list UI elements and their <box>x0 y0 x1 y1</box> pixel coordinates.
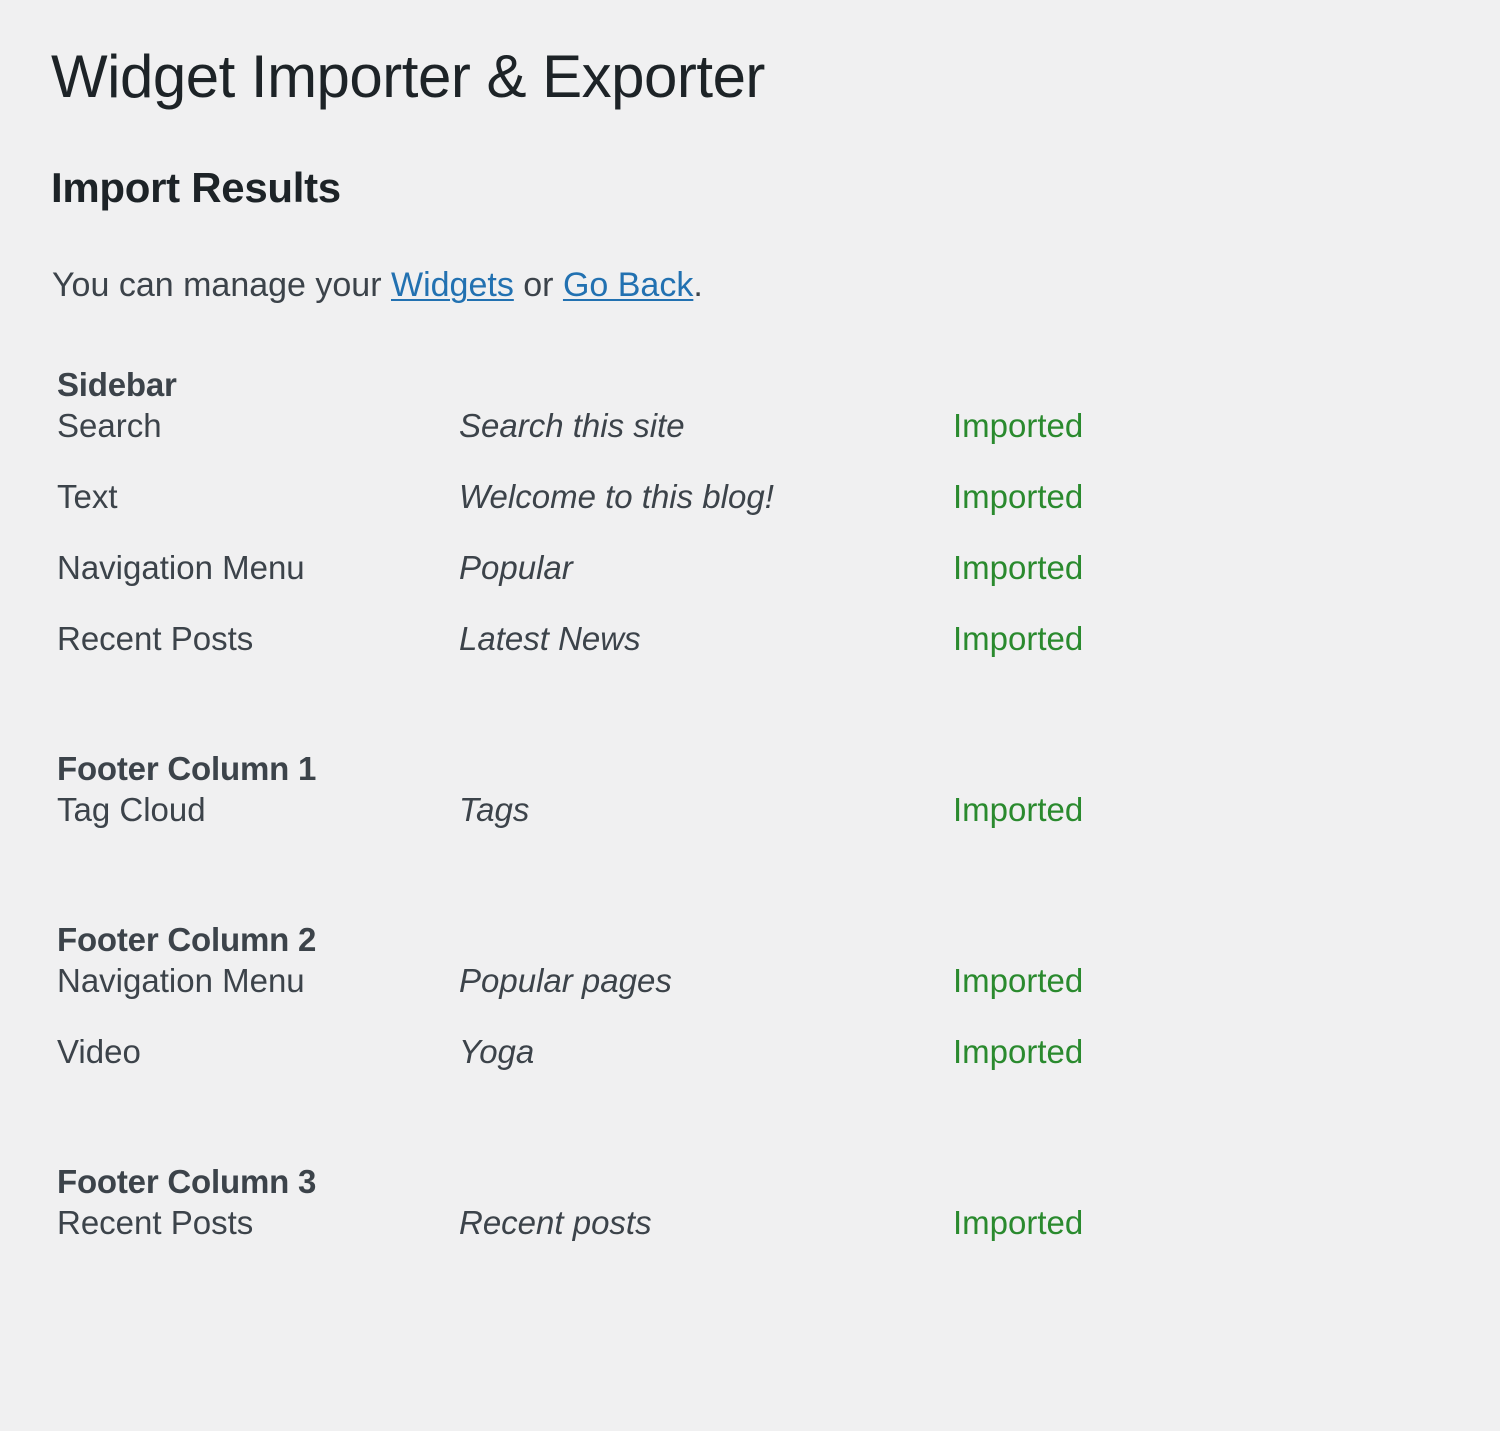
widget-result-row: Text Welcome to this blog! Imported <box>57 480 1237 551</box>
widget-import-status: Imported <box>953 1204 1084 1242</box>
sidebar-group-spacer-cell <box>459 1106 953 1206</box>
widget-type: Search <box>57 407 162 445</box>
page-title: Widget Importer & Exporter <box>51 43 765 110</box>
widget-title-cell: Popular pages <box>459 964 953 1035</box>
widget-title: Search this site <box>459 407 685 445</box>
admin-page-wrap: Widget Importer & Exporter Import Result… <box>0 0 1500 1431</box>
widget-type-cell: Recent Posts <box>57 1206 459 1277</box>
sidebar-group-name-cell: Sidebar <box>57 353 459 409</box>
intro-text-before: You can manage your <box>52 266 391 305</box>
widget-import-status: Imported <box>953 407 1084 445</box>
import-results-heading: Import Results <box>51 164 341 211</box>
widget-title-cell: Latest News <box>459 622 953 693</box>
sidebar-group-header-row: Footer Column 1 <box>57 693 1237 793</box>
widget-result-row: Navigation Menu Popular Imported <box>57 551 1237 622</box>
widget-type-cell: Tag Cloud <box>57 793 459 864</box>
widget-title: Latest News <box>459 620 641 658</box>
widgets-link[interactable]: Widgets <box>391 266 514 304</box>
sidebar-group-header-row: Footer Column 3 <box>57 1106 1237 1206</box>
widget-status-cell: Imported <box>953 1035 1237 1106</box>
sidebar-group-name-cell: Footer Column 3 <box>57 1106 459 1206</box>
widget-title-cell: Popular <box>459 551 953 622</box>
sidebar-group-spacer-cell <box>953 693 1237 793</box>
widget-title-cell: Search this site <box>459 409 953 480</box>
widget-status-cell: Imported <box>953 480 1237 551</box>
widget-result-row: Navigation Menu Popular pages Imported <box>57 964 1237 1035</box>
sidebar-group-spacer-cell <box>459 693 953 793</box>
widget-type-cell: Text <box>57 480 459 551</box>
widget-title-cell: Welcome to this blog! <box>459 480 953 551</box>
widget-title-cell: Yoga <box>459 1035 953 1106</box>
widget-result-row: Video Yoga Imported <box>57 1035 1237 1106</box>
sidebar-group-name-cell: Footer Column 1 <box>57 693 459 793</box>
widget-status-cell: Imported <box>953 964 1237 1035</box>
widget-status-cell: Imported <box>953 1206 1237 1277</box>
widget-import-status: Imported <box>953 549 1084 587</box>
widget-result-row: Search Search this site Imported <box>57 409 1237 480</box>
widget-status-cell: Imported <box>953 551 1237 622</box>
sidebar-group-spacer-cell <box>953 1106 1237 1206</box>
widget-type: Recent Posts <box>57 620 254 658</box>
widget-import-status: Imported <box>953 1033 1084 1071</box>
sidebar-group-name: Footer Column 1 <box>57 750 317 788</box>
sidebar-group-spacer-cell <box>459 353 953 409</box>
widget-type: Navigation Menu <box>57 549 305 587</box>
widget-title: Popular pages <box>459 962 672 1000</box>
sidebar-group-spacer-cell <box>953 864 1237 964</box>
widget-title-cell: Recent posts <box>459 1206 953 1277</box>
widget-import-status: Imported <box>953 620 1084 658</box>
widget-import-status: Imported <box>953 791 1084 829</box>
widget-type: Tag Cloud <box>57 791 206 829</box>
manage-widgets-paragraph: You can manage your Widgets or Go Back. <box>52 263 1460 309</box>
widget-result-row: Tag Cloud Tags Imported <box>57 793 1237 864</box>
sidebar-group-header-row: Footer Column 2 <box>57 864 1237 964</box>
sidebar-group-spacer-cell <box>459 864 953 964</box>
widget-type-cell: Navigation Menu <box>57 964 459 1035</box>
widget-type-cell: Video <box>57 1035 459 1106</box>
widget-title: Popular <box>459 549 573 587</box>
widget-type: Navigation Menu <box>57 962 305 1000</box>
intro-text-between: or <box>513 266 563 305</box>
widget-import-status: Imported <box>953 962 1084 1000</box>
widget-type-cell: Recent Posts <box>57 622 459 693</box>
widget-type-cell: Search <box>57 409 459 480</box>
widget-title: Yoga <box>459 1033 535 1071</box>
widget-title: Welcome to this blog! <box>459 478 774 516</box>
go-back-link[interactable]: Go Back <box>563 266 693 304</box>
intro-text-after: . <box>693 266 703 305</box>
sidebar-group-name: Footer Column 3 <box>57 1163 317 1201</box>
widget-status-cell: Imported <box>953 409 1237 480</box>
widget-import-status: Imported <box>953 478 1084 516</box>
sidebar-group-name: Sidebar <box>57 366 177 404</box>
widget-type-cell: Navigation Menu <box>57 551 459 622</box>
sidebar-group-spacer-cell <box>953 353 1237 409</box>
widget-type: Recent Posts <box>57 1204 254 1242</box>
widget-result-row: Recent Posts Latest News Imported <box>57 622 1237 693</box>
widget-result-row: Recent Posts Recent posts Imported <box>57 1206 1237 1277</box>
widget-status-cell: Imported <box>953 622 1237 693</box>
widget-type: Text <box>57 478 118 516</box>
import-results-table: Sidebar Search Search this site Imported Tex… <box>57 353 1237 1277</box>
widget-title: Recent posts <box>459 1204 652 1242</box>
widget-title: Tags <box>459 791 530 829</box>
sidebar-group-header-row: Sidebar <box>57 353 1237 409</box>
widget-status-cell: Imported <box>953 793 1237 864</box>
widget-type: Video <box>57 1033 141 1071</box>
sidebar-group-name: Footer Column 2 <box>57 921 317 959</box>
widget-title-cell: Tags <box>459 793 953 864</box>
sidebar-group-name-cell: Footer Column 2 <box>57 864 459 964</box>
